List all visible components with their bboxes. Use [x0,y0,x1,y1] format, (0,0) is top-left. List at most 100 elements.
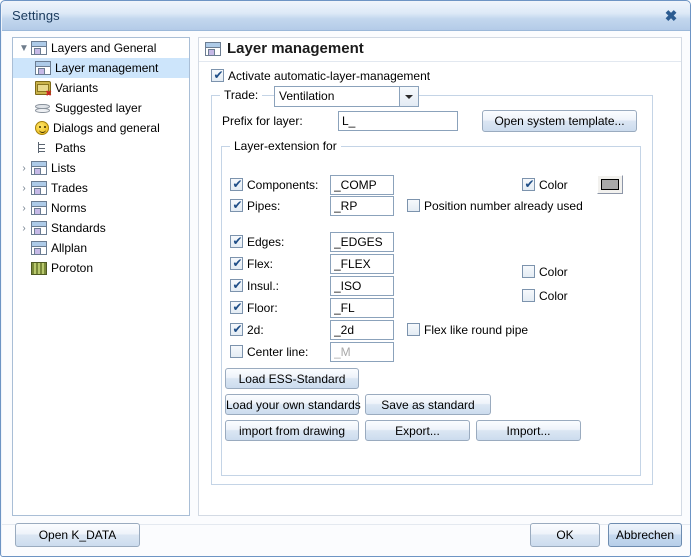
sidebar-item-norms[interactable]: › Norms [13,198,189,218]
page-icon [31,221,47,235]
open-system-template-button[interactable]: Open system template... [482,110,637,132]
floor-input[interactable] [330,298,394,318]
chevron-right-icon[interactable]: › [17,159,31,179]
components-input[interactable] [330,175,394,195]
sidebar-item-label: Trades [51,181,88,195]
sidebar-item-layer-management[interactable]: Layer management [13,58,189,78]
export-button[interactable]: Export... [365,420,470,441]
sidebar-item-lists[interactable]: › Lists [13,158,189,178]
sidebar-item-suggested-layer[interactable]: Suggested layer [13,98,189,118]
chevron-right-icon[interactable]: › [17,219,31,239]
sidebar-item-label: Lists [51,161,76,175]
close-icon[interactable]: ✖ [660,7,682,27]
sidebar-item-label: Norms [51,201,87,215]
flex-checkbox[interactable] [230,255,244,271]
twod-label: 2d: [247,323,264,337]
flex-like-round-pipe-row[interactable]: Flex like round pipe [407,323,528,337]
components-label: Components: [247,178,319,192]
sidebar-item-label: Paths [55,141,86,155]
position-number-already-used-checkbox[interactable] [407,199,420,212]
edges-label: Edges: [247,235,285,249]
sidebar-item-layers-and-general[interactable]: ▼ Layers and General [13,38,189,58]
twod-row[interactable]: 2d: [230,321,264,337]
sidebar-item-paths[interactable]: Paths [13,138,189,158]
tree-icon [35,141,51,155]
sidebar-item-label: Layers and General [51,41,157,55]
floor-label: Floor: [247,301,278,315]
components-row[interactable]: Components: [230,176,319,192]
color-swatch [601,179,619,190]
edges-checkbox[interactable] [230,233,244,249]
edges-input[interactable] [330,232,394,252]
page-title: Layer management [227,40,364,57]
panel-header: Layer management [199,38,681,62]
pipes-label: Pipes: [247,199,281,213]
load-ess-standard-button[interactable]: Load ESS-Standard [225,368,359,389]
twod-input[interactable] [330,320,394,340]
sidebar-item-poroton[interactable]: Poroton [13,258,189,278]
smiley-icon [35,121,49,135]
ok-button[interactable]: OK [530,523,600,547]
sidebar-item-dialogs-and-general[interactable]: Dialogs and general [13,118,189,138]
floor-row[interactable]: Floor: [230,299,278,315]
activate-automatic-layer-management-row[interactable]: Activate automatic-layer-management [211,67,431,83]
prefix-for-layer-label: Prefix for layer: [222,114,303,128]
activate-automatic-layer-management-label: Activate automatic-layer-management [228,69,431,83]
flex-input[interactable] [330,254,394,274]
trade-groupbox-title: Trade: [220,88,263,102]
pipes-input[interactable] [330,196,394,216]
components-color-checkbox[interactable] [522,176,536,192]
import-button[interactable]: Import... [476,420,581,441]
components-color-row[interactable]: Color [522,176,568,192]
insul-color-checkbox[interactable] [522,289,535,302]
page-icon [31,181,47,195]
cancel-button[interactable]: Abbrechen [608,523,682,547]
color-swatch-button[interactable] [597,175,623,194]
load-your-own-standards-button[interactable]: Load your own standards [225,394,361,415]
trade-combo[interactable]: Ventilation [274,86,419,107]
chevron-right-icon[interactable]: › [17,199,31,219]
sidebar-item-label: Dialogs and general [53,121,160,135]
sidebar-item-label: Allplan [51,241,88,255]
flex-color-row[interactable]: Color [522,265,568,279]
poroton-icon [31,262,47,275]
center-line-checkbox[interactable] [230,345,243,358]
flex-row[interactable]: Flex: [230,255,273,271]
open-k-data-button[interactable]: Open K_DATA [15,523,140,547]
insul-color-label: Color [539,289,568,303]
sidebar-item-trades[interactable]: › Trades [13,178,189,198]
center-line-input[interactable] [330,342,394,362]
sidebar-item-label: Variants [55,81,99,95]
position-number-already-used-label: Position number already used [424,199,583,213]
center-line-row[interactable]: Center line: [230,345,308,359]
flex-color-checkbox[interactable] [522,265,535,278]
sidebar-item-variants[interactable]: Variants [13,78,189,98]
insul-color-row[interactable]: Color [522,289,568,303]
dialog-client-area: ▼ Layers and General Layer management Var… [2,31,690,556]
settings-tree[interactable]: ▼ Layers and General Layer management Var… [12,37,190,516]
edges-row[interactable]: Edges: [230,233,285,249]
twod-checkbox[interactable] [230,321,244,337]
prefix-for-layer-input[interactable] [338,111,458,131]
activate-automatic-layer-management-checkbox[interactable] [211,67,225,83]
chevron-down-icon[interactable] [399,87,418,106]
page-icon [31,201,47,215]
insul-row[interactable]: Insul.: [230,277,279,293]
sidebar-item-allplan[interactable]: Allplan [13,238,189,258]
settings-dialog-window: Settings ✖ ▼ Layers and General Layer man… [0,0,691,557]
window-title: Settings [12,8,60,23]
pipes-row[interactable]: Pipes: [230,197,281,213]
chevron-down-icon[interactable]: ▼ [17,39,31,59]
floor-checkbox[interactable] [230,299,244,315]
components-checkbox[interactable] [230,176,244,192]
position-number-already-used-row[interactable]: Position number already used [407,199,583,213]
save-as-standard-button[interactable]: Save as standard [365,394,491,415]
sidebar-item-label: Standards [51,221,106,235]
sidebar-item-standards[interactable]: › Standards [13,218,189,238]
chevron-right-icon[interactable]: › [17,179,31,199]
import-from-drawing-button[interactable]: import from drawing [225,420,359,441]
pipes-checkbox[interactable] [230,197,244,213]
insul-checkbox[interactable] [230,277,244,293]
insul-input[interactable] [330,276,394,296]
flex-like-round-pipe-checkbox[interactable] [407,323,420,336]
